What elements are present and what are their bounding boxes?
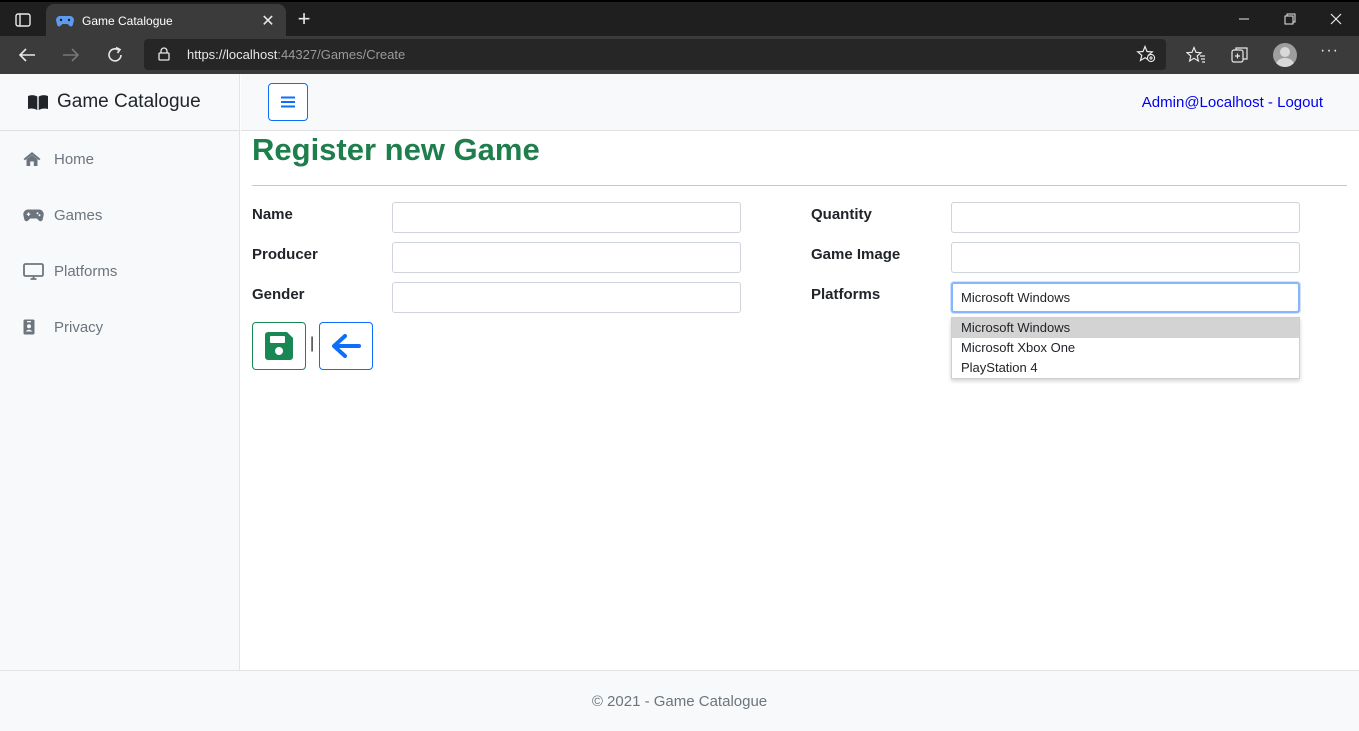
id-badge-icon — [23, 319, 45, 335]
quantity-input[interactable] — [951, 202, 1300, 233]
sidebar-item-label: Home — [54, 150, 95, 168]
more-menu-icon[interactable]: ··· — [1320, 42, 1339, 60]
url-text[interactable]: https://localhost:44327/Games/Create — [187, 47, 405, 62]
name-input[interactable] — [392, 202, 741, 233]
save-button[interactable] — [252, 322, 306, 370]
refresh-icon[interactable] — [101, 42, 129, 68]
profile-avatar-icon[interactable] — [1273, 43, 1297, 67]
sidebar-item-platforms[interactable]: Platforms — [0, 243, 239, 299]
brand[interactable]: Game Catalogue — [0, 74, 239, 131]
sidebar-toggle-button[interactable] — [268, 83, 308, 121]
platforms-autocomplete-list: Microsoft Windows Microsoft Xbox One Pla… — [951, 317, 1300, 379]
minimize-icon[interactable] — [1222, 8, 1266, 30]
footer-text: © 2021 - Game Catalogue — [591, 692, 768, 710]
user-account-link[interactable]: Admin@Localhost — [1142, 94, 1264, 111]
restore-icon[interactable] — [1268, 8, 1312, 30]
divider — [252, 185, 1347, 186]
book-open-icon — [28, 94, 48, 110]
platforms-label: Platforms — [811, 286, 881, 303]
sidebar-item-games[interactable]: Games — [0, 187, 239, 243]
add-favorite-icon[interactable] — [1136, 45, 1156, 63]
arrow-left-icon — [332, 334, 361, 358]
autocomplete-option[interactable]: Microsoft Xbox One — [952, 338, 1299, 358]
gamepad-icon — [23, 209, 45, 222]
logout-link[interactable]: Logout — [1277, 94, 1323, 111]
back-icon[interactable] — [13, 42, 41, 68]
gamepad-favicon-icon — [56, 16, 74, 27]
user-links-separator: - — [1263, 94, 1278, 111]
close-window-icon[interactable] — [1314, 8, 1358, 30]
home-icon — [23, 151, 45, 167]
sidebar: Game Catalogue Home Games Platforms Priv… — [0, 74, 240, 670]
gender-input[interactable] — [392, 282, 741, 313]
back-to-list-button[interactable] — [319, 322, 373, 370]
gender-label: Gender — [252, 286, 305, 303]
new-tab-button[interactable]: + — [292, 8, 316, 32]
sidebar-item-label: Privacy — [54, 318, 104, 336]
sidebar-item-home[interactable]: Home — [0, 131, 239, 187]
game-image-label: Game Image — [811, 246, 901, 263]
collections-icon[interactable] — [1228, 43, 1252, 67]
desktop-icon — [23, 262, 45, 280]
address-bar[interactable]: https://localhost:44327/Games/Create — [144, 39, 1166, 70]
game-image-input[interactable] — [951, 242, 1300, 273]
floppy-disk-icon — [265, 332, 293, 360]
user-links: Admin@Localhost - Logout — [1142, 94, 1323, 111]
browser-toolbar: https://localhost:44327/Games/Create ··· — [0, 36, 1359, 74]
producer-input[interactable] — [392, 242, 741, 273]
page-title: Register new Game — [252, 132, 540, 167]
forward-icon[interactable] — [57, 42, 85, 68]
quantity-label: Quantity — [811, 206, 872, 223]
footer: © 2021 - Game Catalogue — [0, 670, 1359, 731]
platforms-input[interactable] — [951, 282, 1300, 313]
brand-text: Game Catalogue — [57, 91, 201, 112]
top-navbar: Admin@Localhost - Logout — [241, 74, 1359, 131]
close-tab-icon[interactable]: ✕ — [260, 11, 276, 31]
name-label: Name — [252, 206, 293, 223]
lock-icon[interactable] — [158, 47, 170, 61]
hamburger-icon — [281, 96, 295, 108]
browser-tab[interactable]: Game Catalogue ✕ — [46, 4, 286, 38]
tab-actions-icon[interactable] — [10, 10, 36, 30]
sidebar-item-label: Platforms — [54, 262, 118, 280]
autocomplete-option[interactable]: Microsoft Windows — [952, 318, 1299, 338]
autocomplete-option[interactable]: PlayStation 4 — [952, 358, 1299, 378]
sidebar-item-label: Games — [54, 206, 103, 224]
button-separator: | — [310, 335, 315, 352]
producer-label: Producer — [252, 246, 318, 263]
sidebar-item-privacy[interactable]: Privacy — [0, 299, 239, 355]
tab-title: Game Catalogue — [82, 14, 173, 28]
favorites-icon[interactable] — [1184, 43, 1208, 67]
browser-tabstrip: Game Catalogue ✕ + — [0, 0, 1359, 38]
